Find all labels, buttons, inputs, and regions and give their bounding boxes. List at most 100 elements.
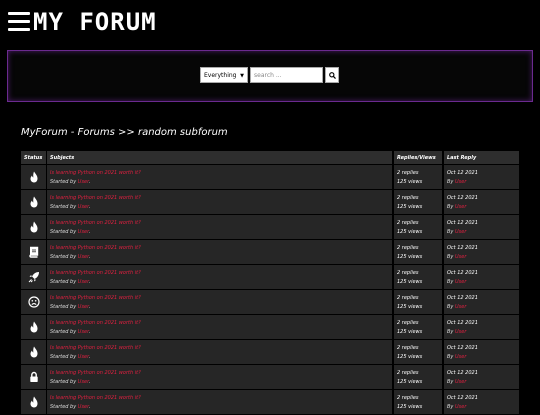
- table-row[interactable]: Is learning Python on 2021 worth it? Star…: [21, 165, 519, 189]
- status-cell: [21, 315, 46, 339]
- status-cell: [21, 215, 46, 239]
- by-label: By: [447, 353, 454, 360]
- last-reply-by: By User: [447, 253, 519, 262]
- reply-count: 2 replies: [397, 270, 419, 276]
- topic-title-link[interactable]: Is learning Python on 2021 worth it?: [50, 219, 392, 228]
- column-header-subjects: Subjects: [47, 151, 392, 164]
- author-link[interactable]: User: [78, 204, 89, 210]
- menu-icon[interactable]: [8, 12, 30, 32]
- column-header-replies-views: Replies/Views: [394, 151, 442, 164]
- search-button[interactable]: [325, 67, 339, 83]
- table-row[interactable]: Is learning Python on 2021 worth it? Star…: [21, 215, 519, 239]
- started-by: Started by User.: [50, 328, 91, 335]
- table-row[interactable]: Is learning Python on 2021 worth it? Star…: [21, 315, 519, 339]
- table-row[interactable]: Is learning Python on 2021 worth it? Star…: [21, 340, 519, 364]
- last-reply-user-link[interactable]: User: [455, 179, 466, 185]
- last-reply-user-link[interactable]: User: [455, 379, 466, 385]
- status-cell: [21, 340, 46, 364]
- last-reply-user-link[interactable]: User: [455, 279, 466, 285]
- by-label: By: [447, 253, 454, 260]
- last-reply-user-link[interactable]: User: [455, 329, 466, 335]
- by-label: By: [447, 228, 454, 235]
- subject-cell: Is learning Python on 2021 worth it? Star…: [47, 340, 392, 364]
- fire-icon: [30, 171, 37, 183]
- author-link[interactable]: User: [78, 254, 89, 260]
- search-scope-value: Everything: [204, 71, 237, 79]
- chevron-down-icon: ▼: [240, 73, 244, 79]
- topic-title-link[interactable]: Is learning Python on 2021 worth it?: [50, 269, 392, 278]
- last-reply-cell: Oct 12 2021 By User: [444, 165, 519, 189]
- view-count: 125 views: [397, 403, 423, 410]
- topic-title-link[interactable]: Is learning Python on 2021 worth it?: [50, 294, 392, 303]
- last-reply-user-link[interactable]: User: [455, 354, 466, 360]
- fire-icon: [30, 321, 37, 333]
- last-reply-date: Oct 12 2021: [447, 370, 478, 376]
- table-row[interactable]: Is learning Python on 2021 worth it? Star…: [21, 240, 519, 264]
- topic-title-link[interactable]: Is learning Python on 2021 worth it?: [50, 244, 392, 253]
- replies-views-cell: 2 replies 125 views: [394, 365, 442, 389]
- started-by-label: Started by: [50, 228, 77, 235]
- status-cell: [21, 190, 46, 214]
- fire-icon: [30, 396, 37, 408]
- by-label: By: [447, 278, 454, 285]
- reply-count: 2 replies: [397, 170, 419, 176]
- author-link[interactable]: User: [78, 354, 89, 360]
- subject-cell: Is learning Python on 2021 worth it? Star…: [47, 290, 392, 314]
- table-row[interactable]: Is learning Python on 2021 worth it? Star…: [21, 265, 519, 289]
- author-link[interactable]: User: [78, 279, 89, 285]
- topics-table: Status Subjects Replies/Views Last Reply…: [21, 151, 519, 415]
- started-by: Started by User.: [50, 178, 91, 185]
- last-reply-user-link[interactable]: User: [455, 204, 466, 210]
- author-link[interactable]: User: [78, 379, 89, 385]
- table-row[interactable]: Is learning Python on 2021 worth it? Star…: [21, 390, 519, 414]
- reply-count: 2 replies: [397, 195, 419, 201]
- fire-icon: [30, 221, 37, 233]
- reply-count: 2 replies: [397, 295, 419, 301]
- status-cell: [21, 165, 46, 189]
- author-link[interactable]: User: [78, 229, 89, 235]
- table-row[interactable]: Is learning Python on 2021 worth it? Star…: [21, 365, 519, 389]
- search-input[interactable]: search ...: [250, 67, 323, 83]
- view-count: 125 views: [397, 303, 423, 310]
- last-reply-by: By User: [447, 353, 519, 362]
- last-reply-cell: Oct 12 2021 By User: [444, 390, 519, 414]
- last-reply-cell: Oct 12 2021 By User: [444, 240, 519, 264]
- subject-cell: Is learning Python on 2021 worth it? Star…: [47, 190, 392, 214]
- subject-cell: Is learning Python on 2021 worth it? Star…: [47, 215, 392, 239]
- last-reply-date: Oct 12 2021: [447, 170, 478, 176]
- replies-views-cell: 2 replies 125 views: [394, 390, 442, 414]
- last-reply-user-link[interactable]: User: [455, 404, 466, 410]
- topic-title-link[interactable]: Is learning Python on 2021 worth it?: [50, 319, 392, 328]
- view-count: 125 views: [397, 353, 423, 360]
- lock-icon: [29, 371, 38, 382]
- last-reply-date: Oct 12 2021: [447, 195, 478, 201]
- started-by-label: Started by: [50, 303, 77, 310]
- last-reply-user-link[interactable]: User: [455, 254, 466, 260]
- reply-count: 2 replies: [397, 395, 419, 401]
- author-link[interactable]: User: [78, 304, 89, 310]
- last-reply-user-link[interactable]: User: [455, 304, 466, 310]
- replies-views-cell: 2 replies 125 views: [394, 340, 442, 364]
- search-scope-select[interactable]: Everything ▼: [200, 67, 248, 83]
- started-by-label: Started by: [50, 378, 77, 385]
- topic-title-link[interactable]: Is learning Python on 2021 worth it?: [50, 394, 392, 403]
- by-label: By: [447, 403, 454, 410]
- author-link[interactable]: User: [78, 179, 89, 185]
- table-row[interactable]: Is learning Python on 2021 worth it? Star…: [21, 290, 519, 314]
- topic-title-link[interactable]: Is learning Python on 2021 worth it?: [50, 194, 392, 203]
- author-link[interactable]: User: [78, 404, 89, 410]
- started-by-label: Started by: [50, 178, 77, 185]
- view-count: 125 views: [397, 328, 423, 335]
- last-reply-date: Oct 12 2021: [447, 220, 478, 226]
- last-reply-by: By User: [447, 228, 519, 237]
- last-reply-user-link[interactable]: User: [455, 229, 466, 235]
- started-by-label: Started by: [50, 353, 77, 360]
- table-row[interactable]: Is learning Python on 2021 worth it? Star…: [21, 190, 519, 214]
- search-bar: Everything ▼ search ...: [200, 67, 339, 83]
- fire-icon: [30, 346, 37, 358]
- topic-title-link[interactable]: Is learning Python on 2021 worth it?: [50, 344, 392, 353]
- site-title[interactable]: MY FORUM: [33, 8, 157, 36]
- author-link[interactable]: User: [78, 329, 89, 335]
- topic-title-link[interactable]: Is learning Python on 2021 worth it?: [50, 369, 392, 378]
- topic-title-link[interactable]: Is learning Python on 2021 worth it?: [50, 169, 392, 178]
